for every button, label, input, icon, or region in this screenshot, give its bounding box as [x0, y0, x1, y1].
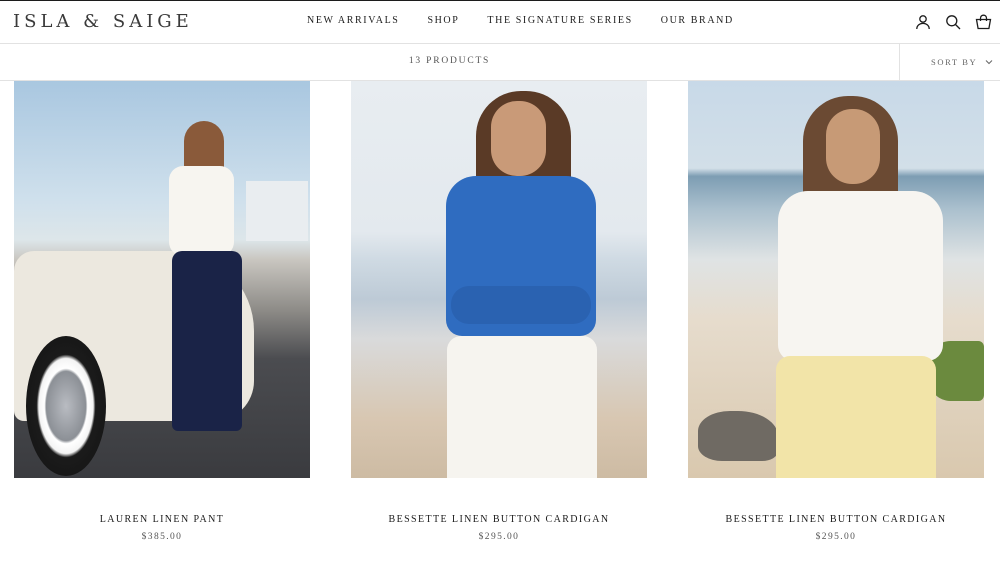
account-icon[interactable]	[914, 13, 932, 31]
nav-item-signature-series[interactable]: THE SIGNATURE SERIES	[487, 15, 632, 26]
sort-by-label: SORT BY	[931, 57, 978, 67]
product-image[interactable]	[351, 81, 647, 478]
sort-by-dropdown[interactable]: SORT BY	[931, 57, 993, 67]
chevron-down-icon	[985, 57, 993, 67]
product-name[interactable]: LAUREN LINEN PANT	[0, 514, 350, 525]
main-nav: NEW ARRIVALS SHOP THE SIGNATURE SERIES O…	[307, 15, 734, 26]
product-card[interactable]: BESSETTE LINEN BUTTON CARDIGAN $295.00	[688, 81, 984, 542]
nav-item-our-brand[interactable]: OUR BRAND	[661, 15, 734, 26]
header-icons	[914, 13, 992, 31]
product-count: 13 PRODUCTS	[408, 56, 491, 66]
collection-toolbar: 13 PRODUCTS SORT BY	[0, 44, 1000, 81]
toolbar-divider	[899, 44, 900, 81]
nav-item-shop[interactable]: SHOP	[427, 15, 459, 26]
search-icon[interactable]	[944, 13, 962, 31]
site-header: ISLA & SAIGE NEW ARRIVALS SHOP THE SIGNA…	[0, 1, 1000, 44]
product-image[interactable]	[14, 81, 310, 478]
product-card[interactable]: LAUREN LINEN PANT $385.00	[14, 81, 310, 542]
product-image[interactable]	[688, 81, 984, 478]
product-price: $295.00	[478, 532, 520, 542]
product-card[interactable]: BESSETTE LINEN BUTTON CARDIGAN $295.00	[351, 81, 647, 542]
product-price: $385.00	[141, 532, 183, 542]
product-price: $295.00	[815, 532, 857, 542]
brand-logo[interactable]: ISLA & SAIGE	[13, 11, 193, 32]
nav-item-new-arrivals[interactable]: NEW ARRIVALS	[307, 15, 399, 26]
product-name[interactable]: BESSETTE LINEN BUTTON CARDIGAN	[311, 514, 687, 525]
cart-icon[interactable]	[974, 13, 992, 31]
product-name[interactable]: BESSETTE LINEN BUTTON CARDIGAN	[648, 514, 1000, 525]
